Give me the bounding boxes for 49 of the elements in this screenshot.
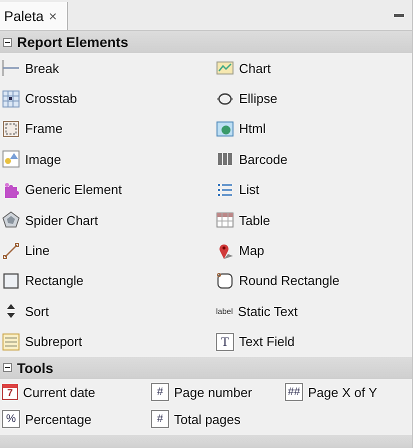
- label-icon: label: [216, 306, 233, 316]
- palette-item[interactable]: Chart: [214, 53, 412, 84]
- close-icon[interactable]: ×: [48, 8, 57, 24]
- palette-item[interactable]: Sort: [0, 296, 214, 327]
- palette-item[interactable]: Barcode: [214, 144, 412, 175]
- table-icon: [216, 211, 234, 230]
- line-icon: [2, 242, 20, 260]
- palette-item[interactable]: Table: [214, 204, 412, 236]
- palette-item[interactable]: Html: [214, 114, 412, 144]
- palette-item[interactable]: Line: [0, 235, 214, 266]
- collapse-icon[interactable]: [3, 38, 12, 46]
- puzzle-icon: [2, 180, 20, 199]
- palette-tab[interactable]: Paleta ×: [0, 2, 68, 30]
- palette-item[interactable]: T Text Field: [214, 326, 412, 357]
- image-icon: [2, 150, 20, 168]
- subreport-icon: [2, 332, 20, 351]
- section-header[interactable]: Tools: [0, 356, 412, 379]
- grid-icon: [2, 90, 20, 108]
- palette-item[interactable]: Spider Chart: [0, 204, 214, 236]
- palette-item[interactable]: # Page number: [149, 378, 283, 406]
- palette-item[interactable]: Subreport: [0, 326, 214, 357]
- palette-item[interactable]: # Total pages: [149, 406, 283, 433]
- symbol-icon: %: [2, 410, 20, 428]
- collapse-icon[interactable]: [3, 363, 12, 372]
- palette-item[interactable]: List: [214, 174, 412, 205]
- section-header[interactable]: Report Elements: [0, 31, 412, 53]
- palette-item[interactable]: Ellipse: [214, 83, 412, 114]
- rounded-rectangle-icon: [216, 272, 234, 290]
- minimize-icon[interactable]: [394, 14, 404, 18]
- palette-item[interactable]: Break: [0, 53, 214, 84]
- palette-item[interactable]: Map: [214, 235, 412, 266]
- spider-chart-icon: [2, 211, 20, 230]
- palette-item[interactable]: 7 Current date: [0, 378, 149, 406]
- symbol-icon: ##: [285, 383, 303, 402]
- palette-item[interactable]: % Percentage: [0, 406, 149, 433]
- palette-item[interactable]: ## Page X of Y: [283, 378, 412, 406]
- palette-item[interactable]: Image: [0, 144, 214, 175]
- palette-item[interactable]: Round Rectangle: [214, 266, 412, 296]
- calendar-icon: 7: [2, 384, 18, 400]
- palette-item[interactable]: Generic Element: [0, 174, 214, 205]
- line-break-icon: [2, 59, 20, 78]
- palette-item[interactable]: Crosstab: [0, 83, 214, 114]
- text-field-icon: T: [216, 332, 234, 351]
- palette-item[interactable]: Rectangle: [0, 266, 214, 296]
- symbol-icon: #: [151, 410, 169, 428]
- chart-icon: [216, 59, 234, 78]
- symbol-icon: #: [151, 383, 169, 402]
- palette-item[interactable]: Frame: [0, 114, 214, 144]
- palette-item[interactable]: label Static Text: [214, 296, 412, 327]
